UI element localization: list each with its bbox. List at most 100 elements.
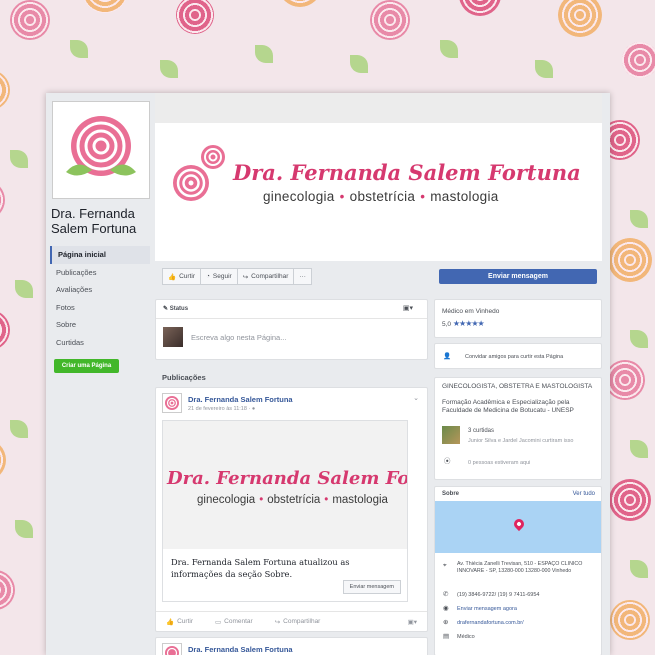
specialty-obstetrics: obstetrícia: [349, 189, 416, 204]
nav-item-posts[interactable]: Publicações: [50, 264, 150, 282]
post-share-label: Compartilhar: [283, 618, 321, 625]
user-avatar: [163, 327, 183, 347]
post-cover-image: Dra. Fernanda Salem Fortuna ginecologia•…: [163, 421, 407, 549]
send-message-now-link[interactable]: Enviar mensagem agora: [457, 605, 517, 613]
profile-picture[interactable]: [52, 101, 150, 199]
website-globe-icon: ⊕: [443, 619, 449, 626]
cover-photo[interactable]: Dra. Fernanda Salem Fortuna ginecologia •…: [155, 93, 602, 261]
like-page-label: Curtir: [179, 273, 195, 280]
rating-row[interactable]: 5,0 ★★★★★: [442, 319, 485, 329]
composer-divider: [156, 318, 427, 319]
thumbs-up-icon: 👍: [168, 273, 177, 281]
post-attachment[interactable]: Dra. Fernanda Salem Fortuna ginecologia•…: [162, 420, 408, 602]
post-share-button[interactable]: ↪ Compartilhar: [275, 618, 321, 626]
invite-friends-card[interactable]: 👤 Convidar amigos para curtir esta Págin…: [434, 343, 602, 369]
post-comment-button[interactable]: ▭ Comentar: [215, 618, 253, 626]
pencil-icon: ✎: [163, 306, 169, 312]
post-avatar-dropdown-icon[interactable]: ▣▾: [408, 618, 417, 626]
nav-item-likes[interactable]: Curtidas: [50, 334, 150, 352]
star-rating-icon: ★★★★★: [452, 319, 485, 328]
location-pin-icon: ⌖: [443, 562, 447, 569]
rose-decoration: [0, 570, 15, 610]
likes-names: Junior Silva e Jardel Jacomini curtiram …: [468, 438, 574, 444]
rose-decoration: [0, 180, 5, 220]
post-author-avatar[interactable]: [162, 393, 182, 413]
post-send-message-button[interactable]: Enviar mensagem: [342, 580, 401, 594]
post-specialty-obstetrics: obstetrícia: [267, 494, 321, 506]
create-page-button[interactable]: Criar uma Página: [54, 359, 119, 373]
leaf-decoration: [630, 440, 648, 458]
status-input[interactable]: Escreva algo nesta Página...: [191, 333, 286, 342]
leaf-decoration: [350, 55, 368, 73]
post-cover-title: Dra. Fernanda Salem Fortuna: [167, 468, 407, 489]
liker-avatar[interactable]: [442, 426, 460, 444]
comment-icon: ▭: [214, 618, 222, 626]
post-specialty-mastology: mastologia: [332, 494, 388, 506]
post-like-label: Curtir: [177, 618, 193, 625]
post-author-avatar[interactable]: [162, 643, 182, 655]
rose-decoration: [558, 0, 602, 37]
share-arrow-icon: ↪: [242, 273, 249, 281]
post-card: Dra. Fernanda Salem Fortuna 21 de fevere…: [155, 387, 428, 632]
rose-decoration: [370, 0, 410, 40]
nav-item-home[interactable]: Página inicial: [50, 246, 150, 264]
post-author-link[interactable]: Dra. Fernanda Salem Fortuna: [188, 645, 293, 654]
rose-decoration: [10, 0, 50, 40]
invite-friends-link[interactable]: Convidar amigos para curtir esta Página: [465, 353, 563, 361]
page-action-bar: 👍 Curtir ◔ Seguir ↪ Compartilhar ···: [162, 268, 312, 285]
left-column: Dra. Fernanda Salem Fortuna Página inici…: [46, 93, 154, 655]
more-options-button[interactable]: ···: [293, 268, 312, 285]
website-link[interactable]: drafernandafortuna.com.br/: [457, 619, 524, 627]
page-title-line2: Salem Fortuna: [51, 221, 137, 236]
follow-page-label: Seguir: [212, 273, 232, 280]
post-timestamp[interactable]: 21 de fevereiro às 11:18 · ●: [188, 406, 255, 412]
phone-text[interactable]: (19) 3846-9722/ (19) 9 7411-6954: [457, 591, 539, 599]
share-arrow-icon: ↪: [274, 618, 281, 626]
cover-title: Dra. Fernanda Salem Fortuna: [233, 160, 581, 185]
publications-heading: Publicações: [162, 373, 206, 382]
post-text: Dra. Fernanda Salem Fortuna atualizou as…: [171, 557, 350, 579]
messenger-icon: ◉: [443, 605, 449, 612]
rss-icon: ◔: [205, 273, 210, 280]
page-title[interactable]: Dra. Fernanda Salem Fortuna: [51, 206, 151, 236]
send-message-button[interactable]: Enviar mensagem: [439, 269, 597, 284]
leaf-decoration: [15, 280, 33, 298]
rose-decoration: [0, 439, 6, 481]
post-timestamp-text: 21 de fevereiro às 11:18 ·: [188, 406, 252, 412]
status-tab[interactable]: ✎ Status: [163, 305, 188, 312]
rose-decoration: [459, 0, 501, 16]
specialty-mastology: mastologia: [430, 189, 499, 204]
nav-item-reviews[interactable]: Avaliações: [50, 281, 150, 299]
follow-page-button[interactable]: ◔ Seguir: [199, 268, 238, 285]
post-options-chevron-icon[interactable]: ⌄: [413, 394, 419, 402]
map-pin-icon: [511, 516, 527, 532]
post-actions-bar: 👍 Curtir ▭ Comentar ↪ Compartilhar ▣▾: [156, 611, 427, 631]
likes-count[interactable]: 3 curtidas: [468, 427, 494, 435]
page-avatar-dropdown-icon[interactable]: ▣▾: [403, 304, 413, 312]
rose-decoration: [176, 0, 214, 34]
cover-top-band: [155, 93, 602, 123]
rose-logo-icon: [165, 396, 179, 410]
address-text[interactable]: Av. Thiécia Zanelli Trevisan, 510 - ESPA…: [457, 561, 597, 575]
share-page-button[interactable]: ↪ Compartilhar: [236, 268, 295, 285]
nav-item-about[interactable]: Sobre: [50, 316, 150, 334]
location-map[interactable]: [435, 501, 601, 553]
page-category[interactable]: Médico em Vinhedo: [442, 308, 499, 316]
post-author-link[interactable]: Dra. Fernanda Salem Fortuna: [188, 395, 293, 404]
see-all-link[interactable]: Ver tudo: [573, 490, 595, 498]
nav-item-photos[interactable]: Fotos: [50, 299, 150, 317]
invite-user-icon: 👤: [443, 353, 452, 360]
rose-decoration: [605, 360, 645, 400]
cover-separator-dot: •: [339, 189, 345, 204]
rose-decoration: [278, 0, 322, 7]
checkin-pin-icon: ⦿: [444, 458, 451, 465]
like-page-button[interactable]: 👍 Curtir: [162, 268, 201, 285]
post-like-button[interactable]: 👍 Curtir: [166, 618, 193, 626]
post-cover-separator-dot: •: [259, 494, 264, 506]
rose-cluster-icon: [173, 145, 225, 201]
facebook-page: Dra. Fernanda Salem Fortuna Página inici…: [46, 93, 610, 655]
category-tag-icon: ▤: [443, 633, 450, 640]
specialty-gynecology: ginecologia: [263, 189, 335, 204]
leaf-decoration: [535, 60, 553, 78]
category-text[interactable]: Médico: [457, 633, 475, 641]
